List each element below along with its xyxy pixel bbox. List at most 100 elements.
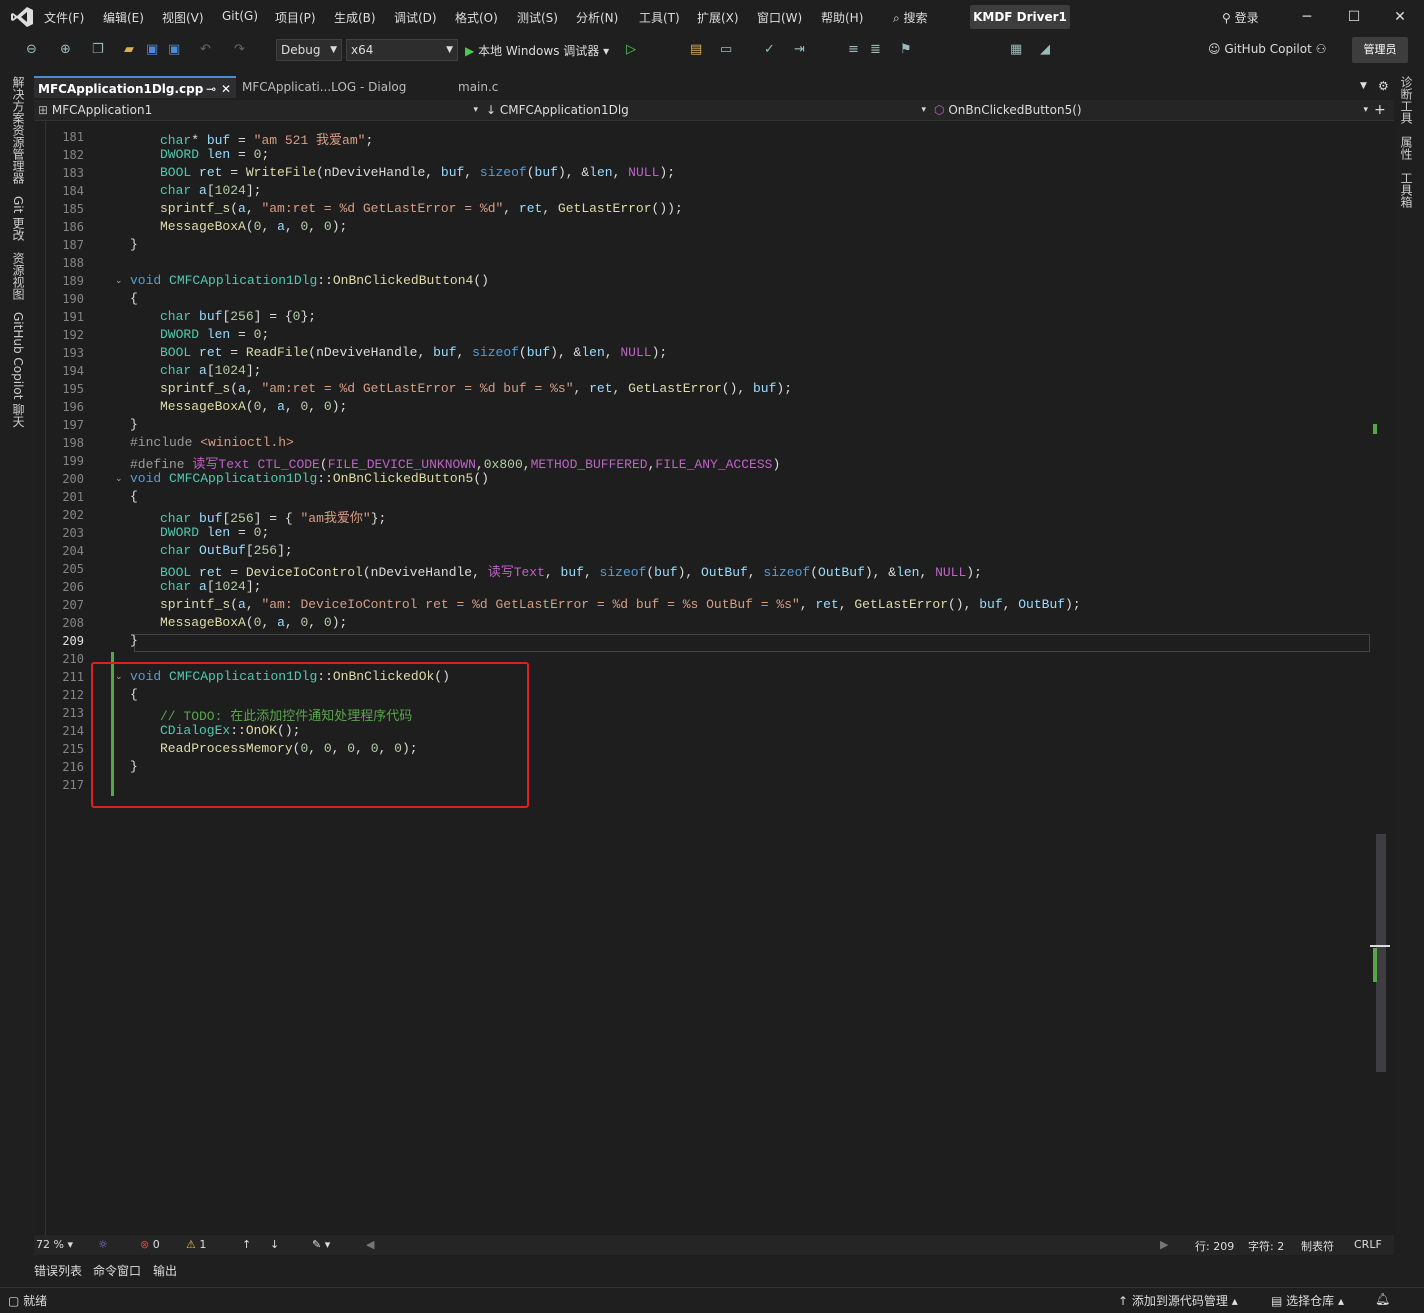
- save-icon[interactable]: ▣: [146, 42, 158, 57]
- tab-output[interactable]: 输出: [153, 1262, 177, 1279]
- format-icon[interactable]: ◢: [1040, 42, 1050, 57]
- forward-icon[interactable]: ⊕: [60, 42, 71, 57]
- solution-name-badge[interactable]: KMDF Driver1: [970, 5, 1070, 29]
- maximize-icon[interactable]: ☐: [1339, 6, 1369, 28]
- tab-main-c[interactable]: main.c: [454, 76, 540, 98]
- add-to-source-control-button[interactable]: ↑ 添加到源代码管理 ▴: [1118, 1292, 1238, 1309]
- code-line[interactable]: MessageBoxA(0, a, 0, 0);: [160, 615, 347, 630]
- code-line[interactable]: sprintf_s(a, "am: DeviceIoControl ret = …: [160, 597, 1081, 612]
- visual-studio-logo-icon[interactable]: [10, 6, 34, 28]
- menu-item[interactable]: 生成(B): [334, 9, 376, 26]
- layout-icon[interactable]: ▭: [720, 42, 732, 57]
- code-line[interactable]: char a[1024];: [160, 579, 261, 594]
- code-line[interactable]: BOOL ret = ReadFile(nDeviveHandle, buf, …: [160, 345, 667, 360]
- tabs-indicator[interactable]: 制表符: [1301, 1238, 1334, 1254]
- scroll-right-icon[interactable]: ▶: [1160, 1238, 1168, 1251]
- code-line[interactable]: }: [130, 633, 138, 648]
- code-line[interactable]: }: [130, 237, 138, 252]
- tab-overflow-icon[interactable]: ▼: [1360, 81, 1367, 91]
- code-line[interactable]: DWORD len = 0;: [160, 327, 269, 342]
- code-line[interactable]: sprintf_s(a, "am:ret = %d GetLastError =…: [160, 201, 683, 216]
- menu-item[interactable]: 帮助(H): [821, 9, 863, 26]
- error-count[interactable]: ⊗ 0: [140, 1238, 160, 1251]
- minimize-icon[interactable]: ─: [1292, 6, 1322, 28]
- left-rail-tab[interactable]: GitHub Copilot 聊天: [10, 312, 27, 427]
- settings-gear-icon[interactable]: ⚙: [1378, 79, 1389, 93]
- spell-check-icon[interactable]: ✓: [764, 42, 775, 57]
- project-dropdown[interactable]: ⊞ MFCApplication1 ▾: [38, 102, 478, 119]
- close-tab-icon[interactable]: ✕: [221, 78, 231, 100]
- github-copilot-button[interactable]: ☺ GitHub Copilot ⚇: [1208, 42, 1326, 56]
- code-line[interactable]: char buf[256] = { "am我爱你"};: [160, 507, 386, 526]
- left-rail-tab[interactable]: Git 更改: [10, 196, 27, 241]
- code-line[interactable]: DWORD len = 0;: [160, 147, 269, 162]
- code-line[interactable]: BOOL ret = WriteFile(nDeviveHandle, buf,…: [160, 165, 675, 180]
- warning-count[interactable]: ⚠ 1: [186, 1238, 206, 1251]
- right-rail-tab[interactable]: 工具箱: [1398, 172, 1415, 208]
- start-without-debug-icon[interactable]: ▷: [626, 42, 636, 57]
- platform-dropdown[interactable]: x64 ▼: [346, 39, 458, 61]
- menu-item[interactable]: 编辑(E): [103, 9, 144, 26]
- login-button[interactable]: ⚲ 登录: [1222, 9, 1259, 26]
- right-rail-tab[interactable]: 属性: [1398, 136, 1415, 160]
- code-line[interactable]: char a[1024];: [160, 183, 261, 198]
- code-line[interactable]: sprintf_s(a, "am:ret = %d GetLastError =…: [160, 381, 792, 396]
- fold-toggle-icon[interactable]: ⌄: [115, 276, 123, 286]
- fold-toggle-icon[interactable]: ⌄: [115, 474, 123, 484]
- menu-item[interactable]: 窗口(W): [757, 9, 802, 26]
- menu-item[interactable]: 项目(P): [275, 9, 316, 26]
- up-arrow-icon[interactable]: ↑: [242, 1238, 251, 1251]
- code-line[interactable]: MessageBoxA(0, a, 0, 0);: [160, 399, 347, 414]
- uncomment-icon[interactable]: ≣: [870, 42, 881, 57]
- code-line[interactable]: #define 读写Text CTL_CODE(FILE_DEVICE_UNKN…: [130, 453, 780, 472]
- open-folder-icon[interactable]: ▰: [124, 42, 134, 57]
- menu-item[interactable]: 视图(V): [162, 9, 204, 26]
- config-dropdown[interactable]: Debug ▼: [276, 39, 342, 61]
- split-editor-icon[interactable]: +: [1374, 102, 1386, 118]
- left-rail-tab[interactable]: 解决方案资源管理器: [10, 76, 27, 184]
- output-icon[interactable]: ▦: [1010, 42, 1022, 57]
- code-line[interactable]: }: [130, 417, 138, 432]
- member-dropdown[interactable]: ⬡ OnBnClickedButton5() ▾: [934, 102, 1368, 119]
- code-line[interactable]: {: [130, 489, 138, 504]
- left-rail-tab[interactable]: 资源视图: [10, 252, 27, 300]
- back-icon[interactable]: ⊖: [26, 42, 37, 57]
- tab-command-window[interactable]: 命令窗口: [93, 1262, 141, 1279]
- scrollbar-thumb[interactable]: [1376, 834, 1386, 1072]
- close-icon[interactable]: ✕: [1385, 6, 1415, 28]
- new-project-icon[interactable]: ❐: [92, 42, 104, 57]
- code-line[interactable]: MessageBoxA(0, a, 0, 0);: [160, 219, 347, 234]
- start-debug-button[interactable]: ▶ 本地 Windows 调试器 ▾: [465, 42, 609, 59]
- class-dropdown[interactable]: ↓ CMFCApplication1Dlg ▾: [486, 102, 926, 119]
- code-line[interactable]: char* buf = "am 521 我爱am";: [160, 129, 373, 148]
- eol-indicator[interactable]: CRLF: [1354, 1238, 1382, 1251]
- indent-icon[interactable]: ⇥: [794, 42, 805, 57]
- menu-item[interactable]: 文件(F): [44, 9, 84, 26]
- intellicode-icon[interactable]: ☼: [98, 1238, 108, 1251]
- menu-item[interactable]: 调试(D): [394, 9, 437, 26]
- menu-item[interactable]: 分析(N): [576, 9, 618, 26]
- code-line[interactable]: BOOL ret = DeviceIoControl(nDeviveHandle…: [160, 561, 982, 580]
- code-line[interactable]: #include <winioctl.h>: [130, 435, 294, 450]
- code-line[interactable]: {: [130, 291, 138, 306]
- menu-item[interactable]: Git(G): [222, 9, 258, 23]
- code-cleanup-icon[interactable]: ✎ ▾: [312, 1238, 330, 1251]
- code-line[interactable]: DWORD len = 0;: [160, 525, 269, 540]
- notification-bell-icon[interactable]: 🔔︎: [1375, 1292, 1390, 1306]
- undo-icon[interactable]: ↶: [200, 42, 211, 57]
- line-indicator[interactable]: 行: 209: [1195, 1238, 1234, 1254]
- select-repo-button[interactable]: ▤ 选择仓库 ▴: [1271, 1292, 1344, 1309]
- column-indicator[interactable]: 字符: 2: [1248, 1238, 1284, 1254]
- zoom-dropdown[interactable]: 72 % ▾: [36, 1238, 73, 1251]
- save-all-icon[interactable]: ▣: [168, 42, 180, 57]
- code-line[interactable]: char buf[256] = {0};: [160, 309, 316, 324]
- tab-mfcapplication1dlg-cpp[interactable]: MFCApplication1Dlg.cpp ⊸ ✕: [34, 76, 236, 98]
- right-rail-tab[interactable]: 诊断工具: [1398, 76, 1415, 124]
- comment-icon[interactable]: ≡: [848, 42, 859, 57]
- menu-item[interactable]: 测试(S): [517, 9, 558, 26]
- search-button[interactable]: ⌕ 搜索: [893, 9, 928, 26]
- down-arrow-icon[interactable]: ↓: [270, 1238, 279, 1251]
- solution-explorer-icon[interactable]: ▤: [690, 42, 702, 57]
- pin-icon[interactable]: ⊸: [206, 78, 216, 100]
- code-line[interactable]: void CMFCApplication1Dlg::OnBnClickedBut…: [130, 273, 489, 288]
